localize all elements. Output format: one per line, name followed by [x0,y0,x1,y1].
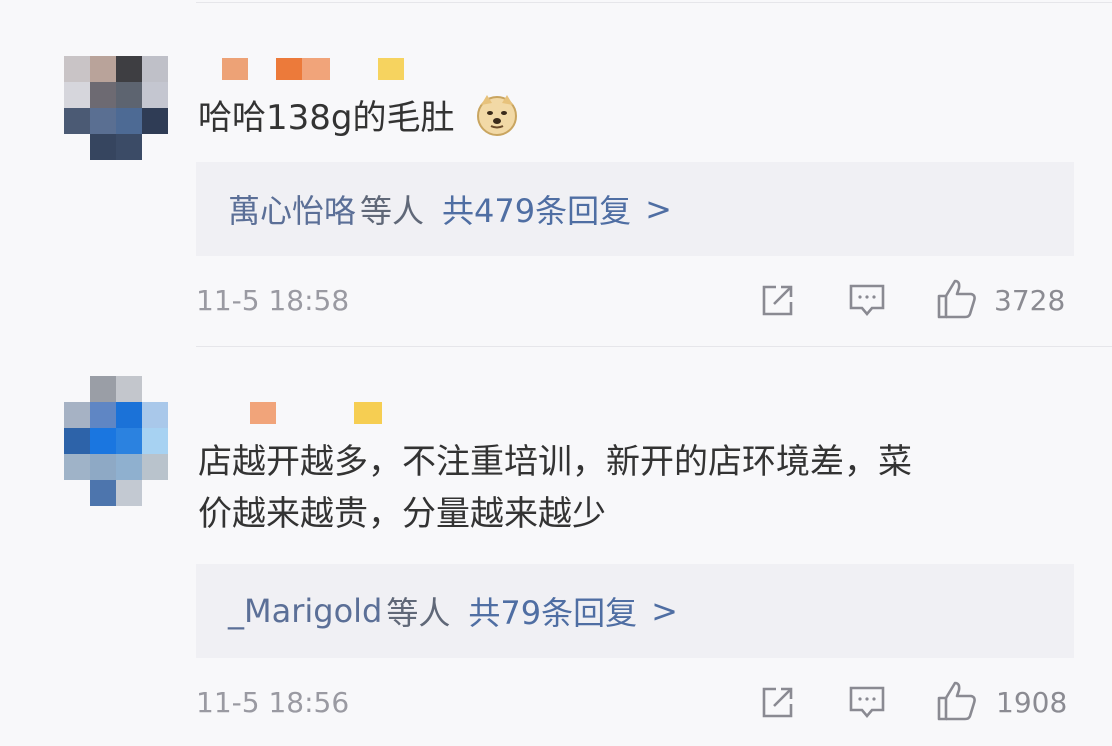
thumbs-up-icon[interactable] [936,680,978,726]
reply-user-names[interactable]: 萬心怡咯 [228,186,356,232]
comment-divider [196,346,1112,347]
timestamp: 11-5 18:56 [196,686,350,719]
reply-others-label: 等人 [386,594,451,632]
comment-text: 店越开越多，不注重培训，新开的店环境差，菜 价越来越贵，分量越来越少 [198,436,1078,540]
replies-preview[interactable]: _Marigold 等人 共79条回复 > [196,564,1074,658]
username-pixelated[interactable] [250,402,382,424]
reply-user-names[interactable]: _Marigold [228,592,382,630]
thumbs-up-icon[interactable] [936,278,978,324]
replies-preview[interactable]: 萬心怡咯 等人 共479条回复 > [196,162,1074,256]
avatar[interactable] [64,56,168,160]
chevron-right-icon[interactable]: > [645,190,672,228]
like-count: 1908 [996,686,1068,719]
share-icon[interactable] [760,684,796,724]
top-divider [196,2,1112,3]
comment-icon[interactable] [848,282,886,322]
comment-text-line: 价越来越贵，分量越来越少 [198,494,606,534]
doge-icon [475,93,519,137]
reply-count-link[interactable]: 共79条回复 [468,588,637,634]
username-pixelated[interactable] [222,58,404,80]
share-icon[interactable] [760,282,796,322]
comment-text-line: 哈哈138g的毛肚 [198,98,455,138]
chevron-right-icon[interactable]: > [651,592,678,630]
avatar[interactable] [64,376,168,506]
timestamp: 11-5 18:58 [196,284,350,317]
comment-text-line: 店越开越多，不注重培训，新开的店环境差，菜 [198,442,912,482]
reply-others-label: 等人 [360,192,425,230]
reply-count-link[interactable]: 共479条回复 [442,186,631,232]
comment-text: 哈哈138g的毛肚 [198,92,519,144]
like-count: 3728 [994,284,1066,317]
comment-icon[interactable] [848,684,886,724]
